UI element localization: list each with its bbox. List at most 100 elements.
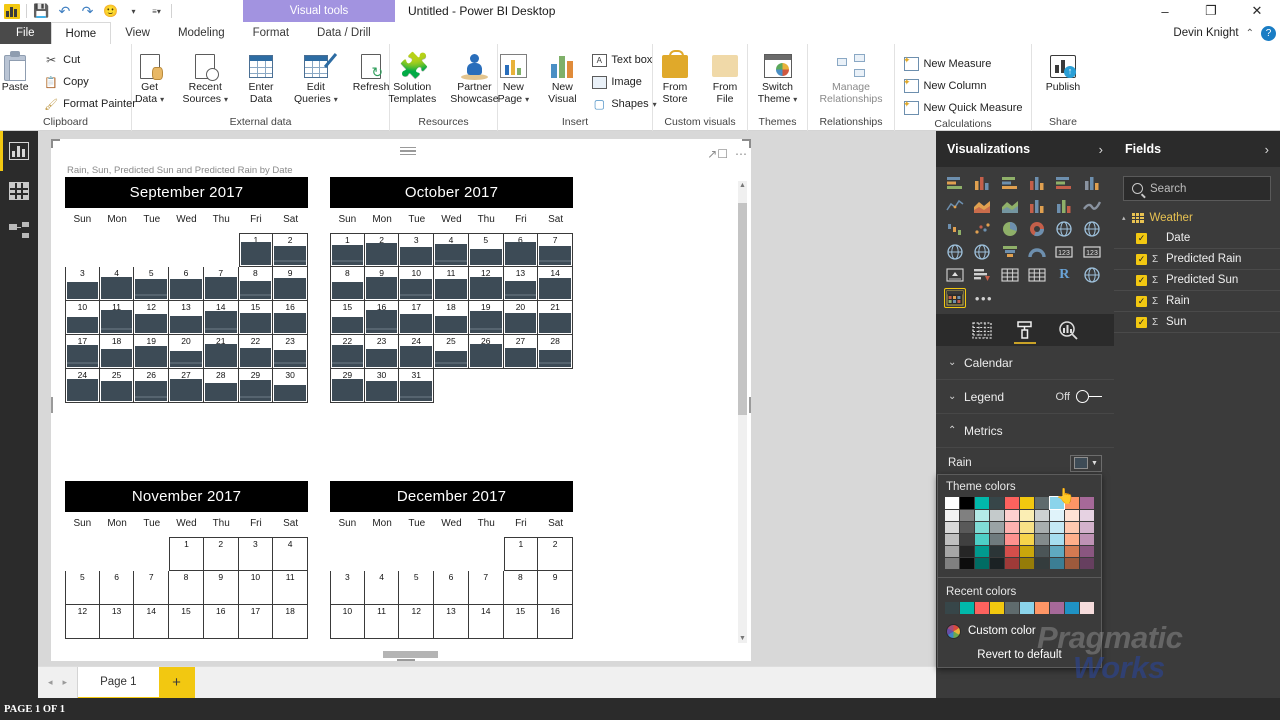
field-row[interactable]: ✓ Σ Sun <box>1114 312 1280 333</box>
calendar-day-cell[interactable]: 13 <box>434 605 469 639</box>
minimize-button[interactable]: – <box>1142 0 1188 22</box>
calendar-day-cell[interactable]: 31 <box>399 369 435 403</box>
calendar-day-cell[interactable]: 3 <box>399 233 435 267</box>
theme-color-swatch[interactable] <box>1080 558 1094 569</box>
redo-icon[interactable]: ↷ <box>79 3 96 20</box>
sidebar-item-model-view[interactable] <box>0 211 38 251</box>
recent-sources-button[interactable]: Recent Sources ▾ <box>179 48 232 107</box>
selection-handle-top-left[interactable] <box>51 139 60 148</box>
theme-color-swatch[interactable] <box>1005 522 1019 533</box>
theme-color-swatch[interactable] <box>1020 510 1034 521</box>
calendar-day-cell[interactable]: 23 <box>273 335 308 369</box>
calendar-day-cell[interactable]: 18 <box>434 301 469 335</box>
calendar-day-cell[interactable]: 9 <box>538 571 573 605</box>
help-icon[interactable]: ? <box>1261 25 1276 41</box>
calendar-day-cell[interactable]: 6 <box>99 571 135 605</box>
recent-color-swatch[interactable] <box>1020 602 1034 614</box>
from-file-button[interactable]: From File <box>703 48 747 107</box>
search-input[interactable]: Search <box>1123 176 1271 201</box>
theme-color-swatch[interactable] <box>975 510 989 521</box>
line-and-clustered-column-chart-icon[interactable] <box>1053 196 1075 216</box>
calendar-day-cell[interactable]: 4 <box>273 537 308 571</box>
recent-color-swatch[interactable] <box>960 602 974 614</box>
calendar-day-cell[interactable]: 29 <box>330 369 365 403</box>
focus-mode-icon[interactable]: ↗☐ <box>707 147 728 161</box>
theme-color-swatch[interactable] <box>1020 522 1034 533</box>
calendar-day-cell[interactable]: 3 <box>238 537 274 571</box>
more-options-icon[interactable]: ⋯ <box>735 147 747 161</box>
calendar-visual[interactable]: ↗☐ ⋯ Rain, Sun, Predicted Sun and Predic… <box>51 139 751 661</box>
100-stacked-bar-chart-icon[interactable] <box>1053 173 1075 193</box>
calendar-day-cell[interactable]: 2 <box>538 537 573 571</box>
calendar-day-cell[interactable]: 10 <box>238 571 274 605</box>
theme-color-swatch[interactable] <box>1080 497 1094 509</box>
recent-color-swatch[interactable] <box>1065 602 1079 614</box>
undo-icon[interactable]: ↶ <box>56 3 73 20</box>
theme-color-swatch[interactable] <box>1035 558 1049 569</box>
calendar-day-cell[interactable]: 4 <box>364 571 400 605</box>
calendar-day-cell[interactable]: 15 <box>169 605 204 639</box>
clustered-bar-chart-icon[interactable] <box>999 173 1021 193</box>
calendar-day-cell[interactable]: 1 <box>238 233 274 267</box>
100-stacked-column-chart-icon[interactable] <box>1081 173 1103 193</box>
theme-color-swatch[interactable] <box>1080 510 1094 521</box>
publish-button[interactable]: ↑ Publish <box>1041 48 1085 96</box>
r-script-visual-icon[interactable]: R <box>1053 265 1075 285</box>
calendar-day-cell[interactable]: 16 <box>273 301 308 335</box>
theme-color-swatch[interactable] <box>990 534 1004 545</box>
calendar-day-cell[interactable]: 23 <box>364 335 400 369</box>
matrix-icon[interactable] <box>1026 265 1048 285</box>
calendar-day-cell[interactable]: 21 <box>203 335 239 369</box>
calendar-scroll-region[interactable]: September 2017 Sun Mon Tue Wed Thu Fri Sat 1 2 3 4 5… <box>65 177 737 655</box>
format-section-legend[interactable]: ⌄ Legend Off <box>936 380 1114 414</box>
theme-color-swatch[interactable] <box>1035 534 1049 545</box>
calendar-day-cell[interactable]: 13 <box>503 267 539 301</box>
calendar-day-cell[interactable]: 25 <box>99 369 135 403</box>
calendar-day-cell[interactable]: 13 <box>99 605 135 639</box>
calendar-day-cell[interactable]: 28 <box>203 369 239 403</box>
theme-color-swatch[interactable] <box>1005 546 1019 557</box>
switch-theme-button[interactable]: Switch Theme ▾ <box>754 48 802 107</box>
theme-color-swatch[interactable] <box>1065 558 1079 569</box>
calendar-day-cell[interactable]: 2 <box>364 233 400 267</box>
recent-color-swatch[interactable] <box>1050 602 1064 614</box>
calendar-day-cell[interactable]: 11 <box>273 571 308 605</box>
calendar-day-cell[interactable]: 16 <box>364 301 400 335</box>
calendar-day-cell[interactable]: 1 <box>503 537 539 571</box>
calendar-day-cell[interactable]: 6 <box>169 267 204 301</box>
calendar-day-cell[interactable]: 15 <box>503 605 539 639</box>
calendar-month[interactable]: December 2017 Sun Mon Tue Wed Thu Fri Sat 1 2 3 4 5 6… <box>330 481 573 639</box>
calendar-day-cell[interactable]: 9 <box>203 571 239 605</box>
calendar-day-cell[interactable]: 1 <box>330 233 365 267</box>
theme-color-swatch[interactable] <box>990 558 1004 569</box>
field-checkbox[interactable]: ✓ <box>1136 232 1147 244</box>
chevron-down-icon[interactable]: ▾ <box>160 95 164 104</box>
tab-data-drill[interactable]: Data / Drill <box>303 22 385 44</box>
new-column-button[interactable]: ✦ New Column <box>901 76 1024 96</box>
stacked-column-chart-icon[interactable] <box>971 173 993 193</box>
calendar-horizontal-scrollbar[interactable] <box>65 651 737 658</box>
theme-color-swatch[interactable] <box>1050 546 1064 557</box>
calendar-day-cell[interactable]: 20 <box>169 335 204 369</box>
next-page-icon[interactable]: ▸ <box>63 677 68 688</box>
field-row[interactable]: ✓ Σ Predicted Sun <box>1114 270 1280 291</box>
calendar-day-cell[interactable]: 5 <box>399 571 435 605</box>
calendar-day-cell[interactable]: 10 <box>330 605 365 639</box>
from-store-button[interactable]: From Store <box>653 48 697 107</box>
theme-color-swatch[interactable] <box>945 497 959 509</box>
solution-templates-button[interactable]: 🧩 Solution Templates <box>384 48 440 107</box>
calendar-day-cell[interactable]: 12 <box>65 605 100 639</box>
field-checkbox[interactable]: ✓ <box>1136 274 1147 286</box>
scatter-chart-icon[interactable] <box>971 219 993 239</box>
calendar-day-cell[interactable]: 11 <box>434 267 469 301</box>
save-icon[interactable]: 💾 <box>33 3 50 20</box>
calendar-day-cell[interactable]: 14 <box>468 605 504 639</box>
gauge-icon[interactable] <box>1026 242 1048 262</box>
chevron-up-icon[interactable]: ⌃ <box>948 425 964 436</box>
theme-color-swatch[interactable] <box>960 534 974 545</box>
theme-color-swatch[interactable] <box>990 522 1004 533</box>
get-data-button[interactable]: Get Data ▾ <box>128 48 172 107</box>
arcgis-map-icon[interactable] <box>1081 265 1103 285</box>
theme-color-swatch[interactable] <box>1005 558 1019 569</box>
theme-color-swatch[interactable] <box>1050 558 1064 569</box>
